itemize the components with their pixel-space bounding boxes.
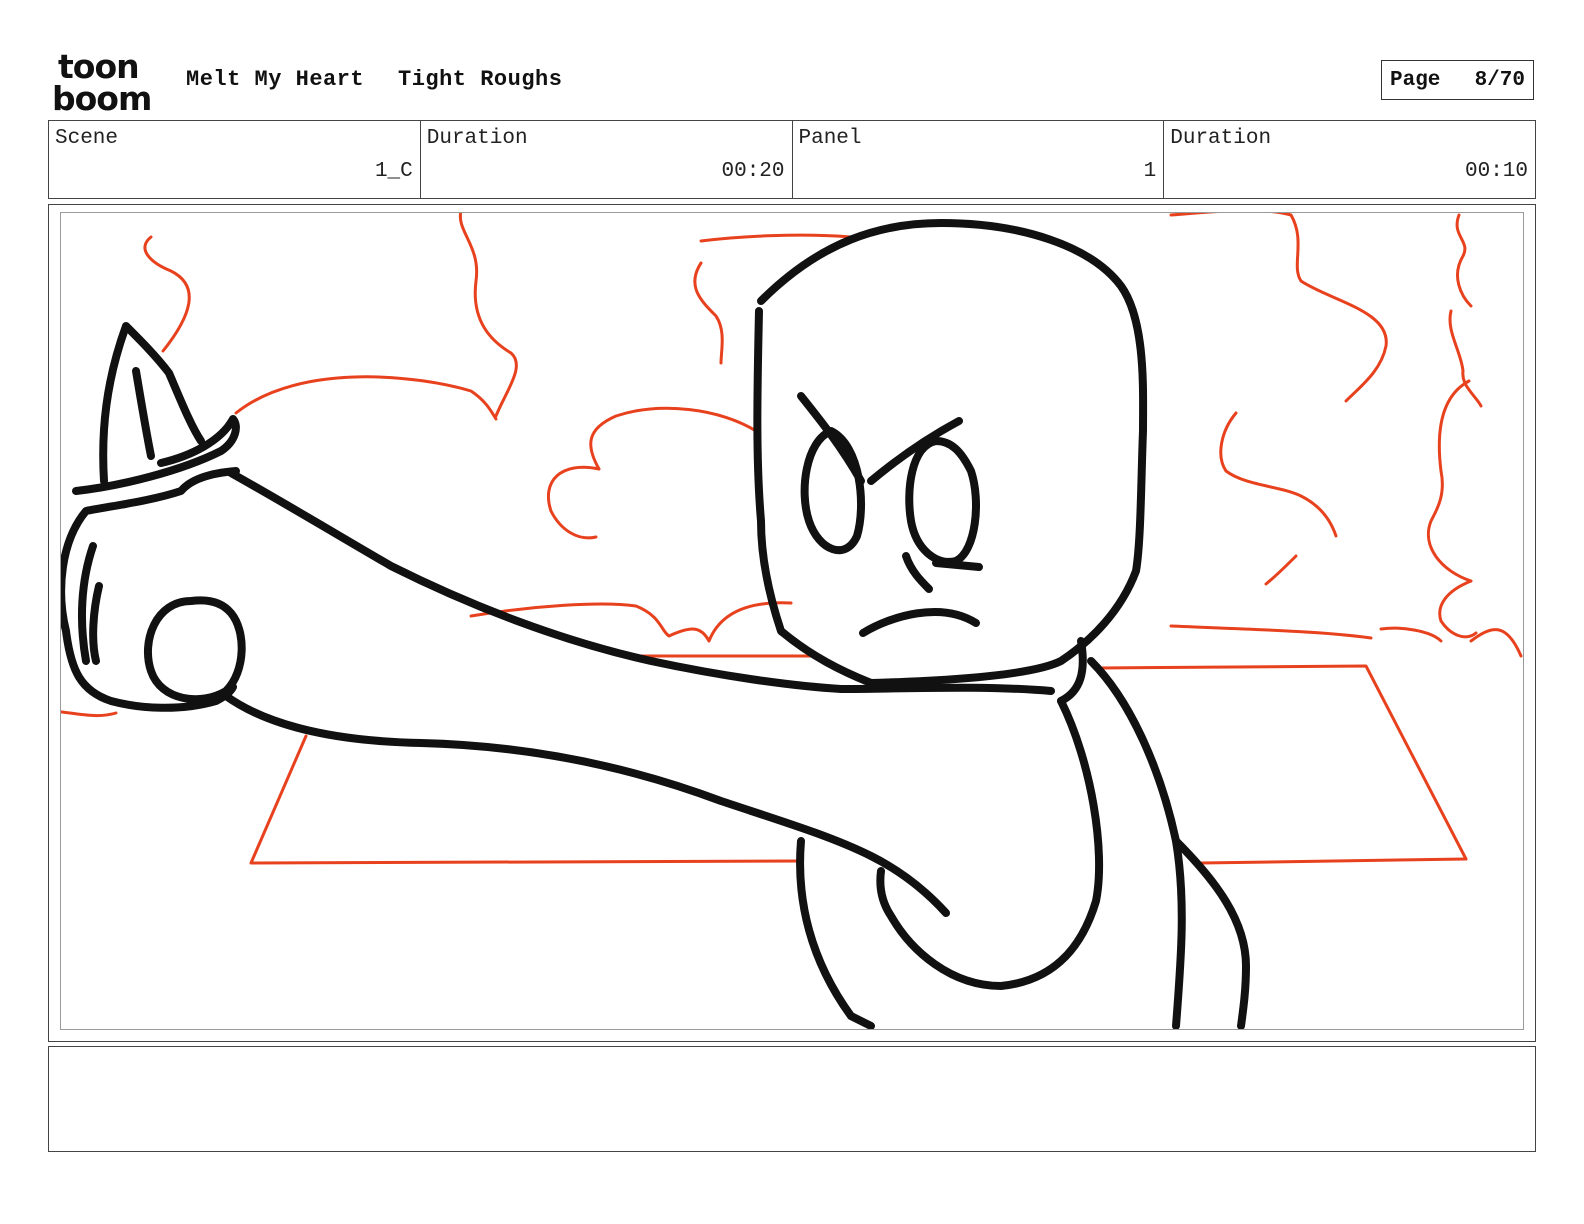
scene-value: 1_C xyxy=(374,160,413,183)
board-title: Tight Roughs xyxy=(398,67,563,92)
panel-value: 1 xyxy=(1143,160,1157,183)
panel-duration-cell: Duration 00:10 xyxy=(1164,121,1535,198)
scene-duration-value: 00:20 xyxy=(721,160,785,183)
scene-duration-cell: Duration 00:20 xyxy=(421,121,793,198)
page-number: 8/70 xyxy=(1474,68,1525,92)
scene-label: Scene xyxy=(55,127,119,150)
panel-duration-label: Duration xyxy=(1170,127,1272,150)
storyboard-panel-image xyxy=(60,212,1524,1030)
character-sketch xyxy=(61,219,1250,1029)
background-sketch xyxy=(61,213,1523,865)
panel-notes-box xyxy=(48,1046,1536,1152)
page-label: Page xyxy=(1390,68,1441,92)
panel-cell: Panel 1 xyxy=(793,121,1165,198)
scene-cell: Scene 1_C xyxy=(49,121,421,198)
scene-duration-label: Duration xyxy=(426,127,528,150)
storyboard-panel-frame xyxy=(48,204,1536,1042)
project-title: Melt My Heart xyxy=(186,67,365,92)
scene-info-row: Scene 1_C Duration 00:20 Panel 1 Duratio… xyxy=(48,120,1536,199)
page-indicator: Page 8/70 xyxy=(1381,60,1534,100)
panel-label: Panel xyxy=(798,127,862,150)
sketch-drawing xyxy=(61,213,1523,1029)
logo-line-2: boom xyxy=(52,79,151,114)
panel-duration-value: 00:10 xyxy=(1464,160,1528,183)
toonboom-logo: toon boom xyxy=(52,48,152,114)
